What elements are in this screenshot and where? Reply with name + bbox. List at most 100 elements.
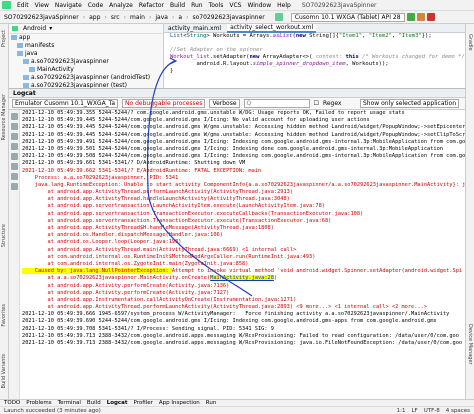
code-line: List<String> Workouts = Arrays.asList(ne…: [170, 33, 432, 39]
tab-activity-select-workout[interactable]: activity_select_workout.xml: [227, 23, 317, 33]
editor-tabs: activity_main.xml activity_select_workou…: [164, 23, 465, 33]
menu-item[interactable]: Navigate: [52, 2, 85, 9]
code-line: }: [170, 68, 174, 74]
chevron-down-icon[interactable]: ▾: [49, 25, 52, 32]
folder-icon: [17, 51, 23, 56]
menu-item[interactable]: Code: [85, 2, 106, 9]
breadcrumb-item[interactable]: SO70292623javaSpinner: [2, 14, 81, 21]
menu-item[interactable]: VCS: [226, 2, 244, 9]
log-line-text: at a.a.so70292623javaspinner.MainActivit…: [22, 275, 211, 282]
status-indicator[interactable]: 4 spaces: [446, 408, 470, 414]
tree-item[interactable]: java: [9, 50, 163, 58]
log-line: at android.app.ActivityThread.performLau…: [22, 304, 428, 311]
menu-item[interactable]: Analyze: [106, 2, 136, 9]
log-line: at android.app.Activity.performCreate(Ac…: [22, 282, 230, 289]
log-line: Caused by: java.lang.NullPointerExceptio…: [20, 268, 465, 275]
menu-item[interactable]: Refactor: [136, 2, 167, 9]
log-line-highlight: Caused by: java.lang.NullPointerExceptio…: [22, 268, 172, 275]
breadcrumb-item[interactable]: so70292623javaspinner: [190, 14, 266, 21]
project-tree: app manifests java a.so70292623javaspinner M…: [9, 34, 163, 90]
down-icon[interactable]: [11, 143, 18, 150]
breadcrumb-item[interactable]: java: [153, 14, 170, 21]
build-variants-tab[interactable]: Build Variants: [1, 354, 7, 388]
logcat-search-input[interactable]: Q: [243, 99, 310, 108]
structure-tab[interactable]: Structure: [1, 224, 7, 247]
log-level-combo[interactable]: Verbose: [209, 99, 240, 108]
folder-icon: [11, 35, 17, 40]
tab-activity-main[interactable]: activity_main.xml: [168, 25, 221, 32]
gradle-tab[interactable]: Gradle: [467, 34, 473, 51]
menu-item[interactable]: View: [32, 2, 52, 9]
breadcrumb-item[interactable]: a: [176, 14, 184, 21]
log-line: 2021-12-10 05:49:39.713 2388-3432/com.go…: [22, 332, 459, 339]
up-icon[interactable]: [11, 133, 18, 140]
project-panel-header: Android ▾: [9, 24, 163, 34]
logcat-title: Logcat: [13, 89, 36, 97]
stop-icon[interactable]: [426, 13, 435, 21]
menu-bar: Edit View Navigate Code Analyze Refactor Build…: [0, 0, 474, 11]
log-line: 2021-12-10 05:49:39.690 5244-5244/com.go…: [22, 318, 437, 325]
filter-combo[interactable]: Show only selected application: [359, 99, 459, 108]
project-view-label[interactable]: Android: [23, 25, 46, 32]
tree-item-label: MainActivity: [37, 66, 74, 73]
status-indicator[interactable]: UTF-8: [424, 408, 440, 414]
stacktrace-link[interactable]: MainActivity.java:28: [210, 275, 274, 282]
tree-item-label: a.so70292623javaspinner: [31, 58, 109, 65]
folder-icon: [23, 75, 29, 80]
log-line: Process: a.a.so70292623javaspinner, PID:…: [22, 174, 179, 181]
breadcrumb-separator-icon: ›: [148, 13, 152, 21]
debug-icon[interactable]: [416, 13, 425, 21]
regex-checkbox[interactable]: ☐: [314, 100, 319, 107]
log-line: at android.app.servertransaction.LaunchA…: [22, 203, 325, 210]
log-line: 2021-12-10 05:49:39.445 5244-5244/com.go…: [22, 124, 465, 131]
hammer-icon[interactable]: [274, 13, 283, 21]
menu-item[interactable]: Tools: [206, 2, 227, 9]
settings-icon[interactable]: [11, 183, 18, 190]
tree-item-label: manifests: [25, 42, 55, 49]
clear-log-icon[interactable]: [11, 113, 18, 120]
log-line: 2021-12-10 05:49:39.708 5341-5341/? I/Pr…: [22, 325, 274, 332]
toolbar: SO70292623javaSpinner › app › src › main › java ›…: [0, 11, 474, 24]
status-indicator[interactable]: 1:1: [397, 408, 406, 414]
log-line: at com.android.internal.os.ZygoteInit.ma…: [22, 260, 249, 267]
menu-item[interactable]: Window: [244, 2, 274, 9]
project-tab[interactable]: Project: [1, 30, 7, 47]
log-line: 2021-12-10 05:49:39.445 5244-5244/com.go…: [22, 117, 370, 124]
project-panel: Android ▾ app manifests java a.so70292623ja…: [9, 24, 164, 90]
tree-item-label: a.so70292623javaspinner (androidTest): [31, 74, 151, 81]
logcat-output[interactable]: 2021-12-10 05:49:39.355 5244-5244/? com.…: [20, 110, 465, 399]
device-manager-tab[interactable]: Device Manager: [467, 324, 473, 365]
tree-item[interactable]: a.so70292623javaspinner (androidTest): [9, 74, 163, 82]
menu-item[interactable]: Edit: [14, 2, 32, 9]
menu-item[interactable]: Help: [274, 2, 294, 9]
favorites-tab[interactable]: Favorites: [1, 304, 7, 327]
logcat-header: Logcat: [9, 88, 465, 98]
tree-item[interactable]: MainActivity: [9, 66, 163, 74]
log-line-text: ): [273, 275, 278, 282]
breadcrumb-item[interactable]: main: [128, 14, 147, 21]
process-combo[interactable]: No debuggable processes: [122, 99, 206, 108]
run-icon[interactable]: [406, 13, 415, 21]
soft-wrap-icon[interactable]: [11, 153, 18, 160]
folder-icon: [17, 43, 23, 48]
scroll-to-end-icon[interactable]: [11, 123, 18, 130]
log-line: at android.os.Handler.dispatchMessage(Ha…: [22, 232, 223, 239]
device-selector[interactable]: Cusomn 10.1 WXGA (Tablet) API 28: [290, 12, 405, 22]
status-indicator[interactable]: LF: [411, 408, 417, 414]
tree-item[interactable]: a.so70292623javaspinner: [9, 58, 163, 66]
code-area[interactable]: List<String> Workouts = Arrays.asList(ne…: [164, 33, 465, 75]
breadcrumb-item[interactable]: app: [87, 14, 102, 21]
logcat-filter-bar: Emulator Cusomn 10.1_WXGA_Ta No debuggab…: [9, 98, 465, 110]
menu-item[interactable]: Build: [167, 2, 188, 9]
log-line: 2021-12-10 05:49:39.501 5244-5244/com.go…: [22, 145, 443, 152]
breadcrumb-item[interactable]: src: [109, 14, 122, 21]
log-line: at android.app.servertransaction.Transac…: [22, 217, 332, 224]
resource-manager-tab[interactable]: Resource Manager: [1, 94, 7, 140]
breadcrumb-separator-icon: ›: [82, 13, 86, 21]
tree-item[interactable]: manifests: [9, 42, 163, 50]
device-combo[interactable]: Emulator Cusomn 10.1_WXGA_Ta: [12, 99, 119, 108]
restart-icon[interactable]: [11, 173, 18, 180]
print-icon[interactable]: [11, 163, 18, 170]
menu-item[interactable]: Run: [188, 2, 206, 9]
tree-item[interactable]: app: [9, 34, 163, 42]
